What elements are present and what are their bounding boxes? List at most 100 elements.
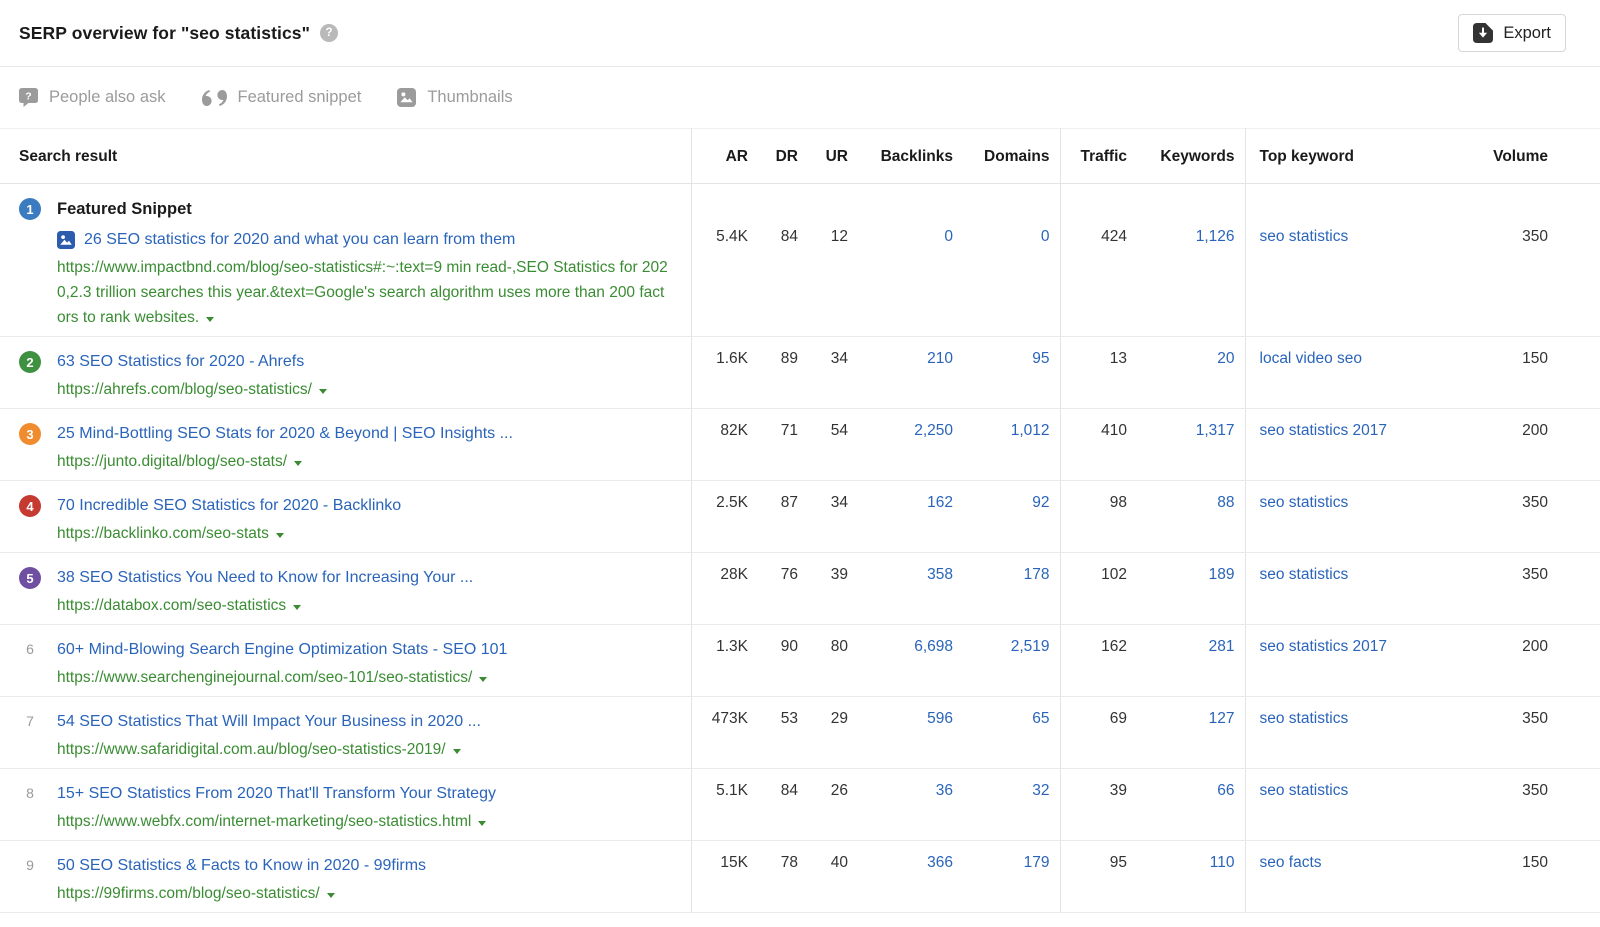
result-url: https://www.webfx.com/internet-marketing…	[57, 813, 471, 830]
keywords-link[interactable]: 88	[1137, 481, 1245, 553]
keywords-link[interactable]: 20	[1137, 337, 1245, 409]
result-title-line: 38 SEO Statistics You Need to Know for I…	[57, 566, 673, 590]
backlinks-link[interactable]: 162	[848, 481, 953, 553]
url-dropdown-caret[interactable]	[327, 893, 335, 898]
column-header-keywords[interactable]: Keywords	[1137, 129, 1245, 184]
result-title-link[interactable]: 15+ SEO Statistics From 2020 That'll Tra…	[57, 782, 496, 806]
image-icon	[397, 88, 416, 107]
top-keyword-link[interactable]: local video seo	[1245, 337, 1445, 409]
column-header-search-result[interactable]: Search result	[0, 129, 691, 184]
result-url: https://backlinko.com/seo-stats	[57, 525, 269, 542]
column-header-dr[interactable]: DR	[748, 129, 798, 184]
ur-value: 54	[798, 409, 848, 481]
filter-people-also-ask[interactable]: ? People also ask	[19, 88, 166, 107]
ur-value: 12	[798, 184, 848, 337]
search-result-cell: 1Featured Snippet26 SEO statistics for 2…	[0, 184, 691, 337]
export-button[interactable]: Export	[1458, 14, 1566, 52]
keywords-link[interactable]: 127	[1137, 697, 1245, 769]
top-keyword-link[interactable]: seo facts	[1245, 841, 1445, 913]
url-dropdown-caret[interactable]	[319, 389, 327, 394]
result-title-link[interactable]: 70 Incredible SEO Statistics for 2020 - …	[57, 494, 401, 518]
keywords-link[interactable]: 189	[1137, 553, 1245, 625]
column-header-volume[interactable]: Volume	[1445, 129, 1600, 184]
backlinks-link[interactable]: 210	[848, 337, 953, 409]
backlinks-link[interactable]: 366	[848, 841, 953, 913]
backlinks-link[interactable]: 36	[848, 769, 953, 841]
domains-link[interactable]: 2,519	[953, 625, 1060, 697]
dr-value: 87	[748, 481, 798, 553]
table-row: 538 SEO Statistics You Need to Know for …	[0, 553, 1600, 625]
backlinks-link[interactable]: 596	[848, 697, 953, 769]
keywords-link[interactable]: 1,317	[1137, 409, 1245, 481]
backlinks-link[interactable]: 358	[848, 553, 953, 625]
backlinks-link[interactable]: 6,698	[848, 625, 953, 697]
column-header-domains[interactable]: Domains	[953, 129, 1060, 184]
keywords-link[interactable]: 66	[1137, 769, 1245, 841]
result-title-line: 26 SEO statistics for 2020 and what you …	[57, 228, 673, 252]
result-url: https://www.searchenginejournal.com/seo-…	[57, 669, 472, 686]
result-title-line: 50 SEO Statistics & Facts to Know in 202…	[57, 854, 673, 878]
volume-value: 350	[1445, 553, 1600, 625]
result-title-link[interactable]: 63 SEO Statistics for 2020 - Ahrefs	[57, 350, 304, 374]
search-result-cell: 754 SEO Statistics That Will Impact Your…	[0, 697, 691, 769]
traffic-value: 69	[1060, 697, 1137, 769]
column-header-traffic[interactable]: Traffic	[1060, 129, 1137, 184]
filter-thumbnails[interactable]: Thumbnails	[397, 88, 512, 107]
dr-value: 89	[748, 337, 798, 409]
column-header-ur[interactable]: UR	[798, 129, 848, 184]
keywords-link[interactable]: 110	[1137, 841, 1245, 913]
result-title-link[interactable]: 38 SEO Statistics You Need to Know for I…	[57, 566, 473, 590]
search-result-layout: 263 SEO Statistics for 2020 - Ahrefshttp…	[0, 350, 691, 402]
search-result-cell: 538 SEO Statistics You Need to Know for …	[0, 553, 691, 625]
search-result-cell: 470 Incredible SEO Statistics for 2020 -…	[0, 481, 691, 553]
url-dropdown-caret[interactable]	[479, 677, 487, 682]
top-keyword-link[interactable]: seo statistics	[1245, 481, 1445, 553]
result-title-line: 70 Incredible SEO Statistics for 2020 - …	[57, 494, 673, 518]
domains-link[interactable]: 178	[953, 553, 1060, 625]
column-header-backlinks[interactable]: Backlinks	[848, 129, 953, 184]
domains-link[interactable]: 92	[953, 481, 1060, 553]
result-title-link[interactable]: 54 SEO Statistics That Will Impact Your …	[57, 710, 481, 734]
backlinks-link[interactable]: 0	[848, 184, 953, 337]
domains-link[interactable]: 65	[953, 697, 1060, 769]
result-title-link[interactable]: 60+ Mind-Blowing Search Engine Optimizat…	[57, 638, 507, 662]
top-keyword-link[interactable]: seo statistics 2017	[1245, 625, 1445, 697]
result-url: https://www.impactbnd.com/blog/seo-stati…	[57, 259, 668, 326]
url-dropdown-caret[interactable]	[206, 317, 214, 322]
backlinks-link[interactable]: 2,250	[848, 409, 953, 481]
filter-featured-snippet[interactable]: Featured snippet	[202, 88, 362, 107]
dr-value: 53	[748, 697, 798, 769]
url-dropdown-caret[interactable]	[276, 533, 284, 538]
featured-snippet-label: Featured Snippet	[57, 197, 673, 221]
ar-value: 82K	[691, 409, 748, 481]
result-title-link[interactable]: 50 SEO Statistics & Facts to Know in 202…	[57, 854, 426, 878]
thumbnail-icon	[57, 231, 75, 249]
keywords-link[interactable]: 281	[1137, 625, 1245, 697]
top-keyword-link[interactable]: seo statistics	[1245, 184, 1445, 337]
domains-link[interactable]: 179	[953, 841, 1060, 913]
column-header-top-keyword[interactable]: Top keyword	[1245, 129, 1445, 184]
help-icon[interactable]: ?	[320, 24, 338, 42]
top-keyword-link[interactable]: seo statistics	[1245, 553, 1445, 625]
table-row: 950 SEO Statistics & Facts to Know in 20…	[0, 841, 1600, 913]
serp-table-body: 1Featured Snippet26 SEO statistics for 2…	[0, 184, 1600, 913]
result-title-link[interactable]: 26 SEO statistics for 2020 and what you …	[84, 228, 515, 252]
domains-link[interactable]: 0	[953, 184, 1060, 337]
top-keyword-link[interactable]: seo statistics	[1245, 697, 1445, 769]
domains-link[interactable]: 32	[953, 769, 1060, 841]
domains-link[interactable]: 95	[953, 337, 1060, 409]
url-dropdown-caret[interactable]	[293, 605, 301, 610]
domains-link[interactable]: 1,012	[953, 409, 1060, 481]
url-dropdown-caret[interactable]	[453, 749, 461, 754]
top-keyword-link[interactable]: seo statistics 2017	[1245, 409, 1445, 481]
search-result-cell: 660+ Mind-Blowing Search Engine Optimiza…	[0, 625, 691, 697]
result-url-line: https://www.safaridigital.com.au/blog/se…	[57, 737, 673, 762]
result-title-link[interactable]: 25 Mind-Bottling SEO Stats for 2020 & Be…	[57, 422, 513, 446]
volume-value: 350	[1445, 697, 1600, 769]
column-header-ar[interactable]: AR	[691, 129, 748, 184]
top-keyword-link[interactable]: seo statistics	[1245, 769, 1445, 841]
volume-value: 150	[1445, 337, 1600, 409]
keywords-link[interactable]: 1,126	[1137, 184, 1245, 337]
url-dropdown-caret[interactable]	[294, 461, 302, 466]
url-dropdown-caret[interactable]	[478, 821, 486, 826]
